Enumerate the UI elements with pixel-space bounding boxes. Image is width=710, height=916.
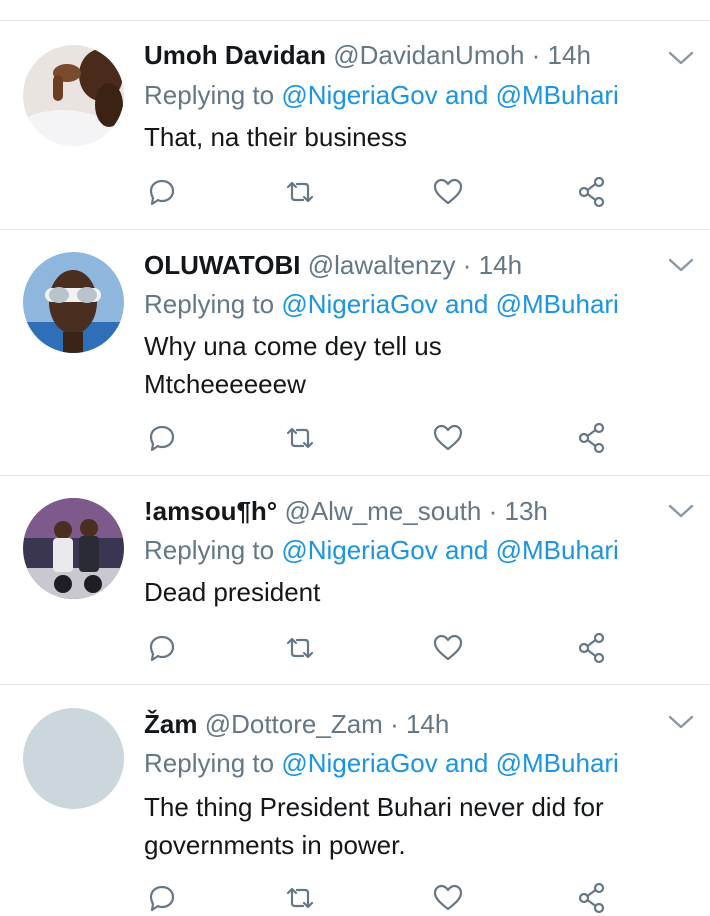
- tweet-actions: [0, 880, 710, 916]
- reply-and: and: [445, 535, 489, 565]
- replying-label: Replying to: [144, 80, 275, 110]
- tweet-text-line: Why una come dey tell us: [144, 331, 442, 361]
- tweet-item[interactable]: OLUWATOBI @lawaltenzy · 14h Replying to …: [0, 230, 710, 476]
- separator-dot: ·: [390, 709, 399, 739]
- replying-to: Replying to @NigeriaGov and @MBuhari: [144, 79, 619, 111]
- comment-bubble-icon[interactable]: [144, 630, 180, 666]
- display-name[interactable]: OLUWATOBI: [144, 250, 300, 280]
- chevron-down-icon[interactable]: [668, 714, 694, 730]
- timestamp[interactable]: 13h: [505, 496, 548, 526]
- tweet-item[interactable]: Žam @Dottore_Zam · 14h Replying to @Nige…: [0, 685, 710, 914]
- share-icon[interactable]: [574, 420, 610, 456]
- replying-to: Replying to @NigeriaGov and @MBuhari: [144, 534, 619, 566]
- timestamp[interactable]: 14h: [406, 709, 449, 739]
- avatar[interactable]: [23, 45, 124, 146]
- tweet-text-line: The thing President Buhari never did for: [144, 792, 604, 822]
- tweet-header: Umoh Davidan @DavidanUmoh · 14h: [144, 39, 591, 71]
- avatar-image: [23, 498, 124, 599]
- reply-user-link[interactable]: @NigeriaGov: [281, 535, 437, 565]
- comment-bubble-icon[interactable]: [144, 174, 180, 210]
- reply-and: and: [445, 748, 489, 778]
- retweet-icon[interactable]: [282, 630, 318, 666]
- chevron-down-icon[interactable]: [668, 50, 694, 66]
- user-handle[interactable]: @DavidanUmoh: [333, 40, 524, 70]
- tweet-text-line: governments in power.: [144, 830, 406, 860]
- avatar-placeholder[interactable]: [23, 708, 124, 809]
- share-icon[interactable]: [574, 880, 610, 916]
- tweet-text-line: Mtcheeeeeew: [144, 369, 306, 399]
- reply-and: and: [445, 80, 489, 110]
- heart-icon[interactable]: [430, 420, 466, 456]
- separator-dot: ·: [488, 496, 498, 526]
- timestamp[interactable]: 14h: [548, 40, 591, 70]
- tweet-text: Dead president: [144, 573, 664, 611]
- tweet-header: !amsou¶h° @Alw_me_south · 13h: [144, 495, 548, 527]
- tweet-text-line: That, na their business: [144, 122, 408, 152]
- heart-icon[interactable]: [430, 174, 466, 210]
- avatar-image: [23, 252, 124, 353]
- separator-dot: ·: [531, 40, 541, 70]
- tweet-actions: [0, 174, 710, 210]
- tweet-actions: [0, 420, 710, 456]
- reply-user-link[interactable]: @NigeriaGov: [281, 80, 437, 110]
- reply-user-link[interactable]: @NigeriaGov: [281, 748, 437, 778]
- avatar-image: [23, 45, 124, 146]
- user-handle[interactable]: @Dottore_Zam: [205, 709, 383, 739]
- reply-user-link[interactable]: @MBuhari: [496, 748, 619, 778]
- replying-label: Replying to: [144, 535, 275, 565]
- retweet-icon[interactable]: [282, 880, 318, 916]
- reply-user-link[interactable]: @MBuhari: [496, 289, 619, 319]
- display-name[interactable]: Žam: [144, 709, 197, 739]
- share-icon[interactable]: [574, 174, 610, 210]
- heart-icon[interactable]: [430, 630, 466, 666]
- tweet-text-line: Dead president: [144, 577, 321, 607]
- tweet-text: The thing President Buhari never did for…: [144, 788, 664, 864]
- timestamp[interactable]: 14h: [479, 250, 522, 280]
- tweet-header: OLUWATOBI @lawaltenzy · 14h: [144, 249, 522, 281]
- user-handle[interactable]: @Alw_me_south: [284, 496, 481, 526]
- heart-icon[interactable]: [430, 880, 466, 916]
- comment-bubble-icon[interactable]: [144, 420, 180, 456]
- replying-label: Replying to: [144, 289, 275, 319]
- tweet-actions: [0, 630, 710, 666]
- replying-to: Replying to @NigeriaGov and @MBuhari: [144, 747, 619, 779]
- avatar[interactable]: [23, 252, 124, 353]
- tweet-item[interactable]: Umoh Davidan @DavidanUmoh · 14h Replying…: [0, 21, 710, 230]
- replying-label: Replying to: [144, 748, 275, 778]
- reply-user-link[interactable]: @MBuhari: [496, 80, 619, 110]
- tweet-text: That, na their business: [144, 118, 664, 156]
- user-handle[interactable]: @lawaltenzy: [308, 250, 456, 280]
- chevron-down-icon[interactable]: [668, 257, 694, 273]
- tweet-item[interactable]: !amsou¶h° @Alw_me_south · 13h Replying t…: [0, 476, 710, 685]
- retweet-icon[interactable]: [282, 420, 318, 456]
- chevron-down-icon[interactable]: [668, 503, 694, 519]
- avatar[interactable]: [23, 498, 124, 599]
- reply-and: and: [445, 289, 489, 319]
- display-name[interactable]: Umoh Davidan: [144, 40, 326, 70]
- tweet-header: Žam @Dottore_Zam · 14h: [144, 708, 449, 740]
- tweet-text: Why una come dey tell us Mtcheeeeeew: [144, 327, 664, 403]
- comment-bubble-icon[interactable]: [144, 880, 180, 916]
- reply-user-link[interactable]: @MBuhari: [496, 535, 619, 565]
- retweet-icon[interactable]: [282, 174, 318, 210]
- separator-dot: ·: [462, 250, 472, 280]
- reply-user-link[interactable]: @NigeriaGov: [281, 289, 437, 319]
- replying-to: Replying to @NigeriaGov and @MBuhari: [144, 288, 619, 320]
- share-icon[interactable]: [574, 630, 610, 666]
- top-divider: [0, 0, 710, 21]
- display-name[interactable]: !amsou¶h°: [144, 496, 277, 526]
